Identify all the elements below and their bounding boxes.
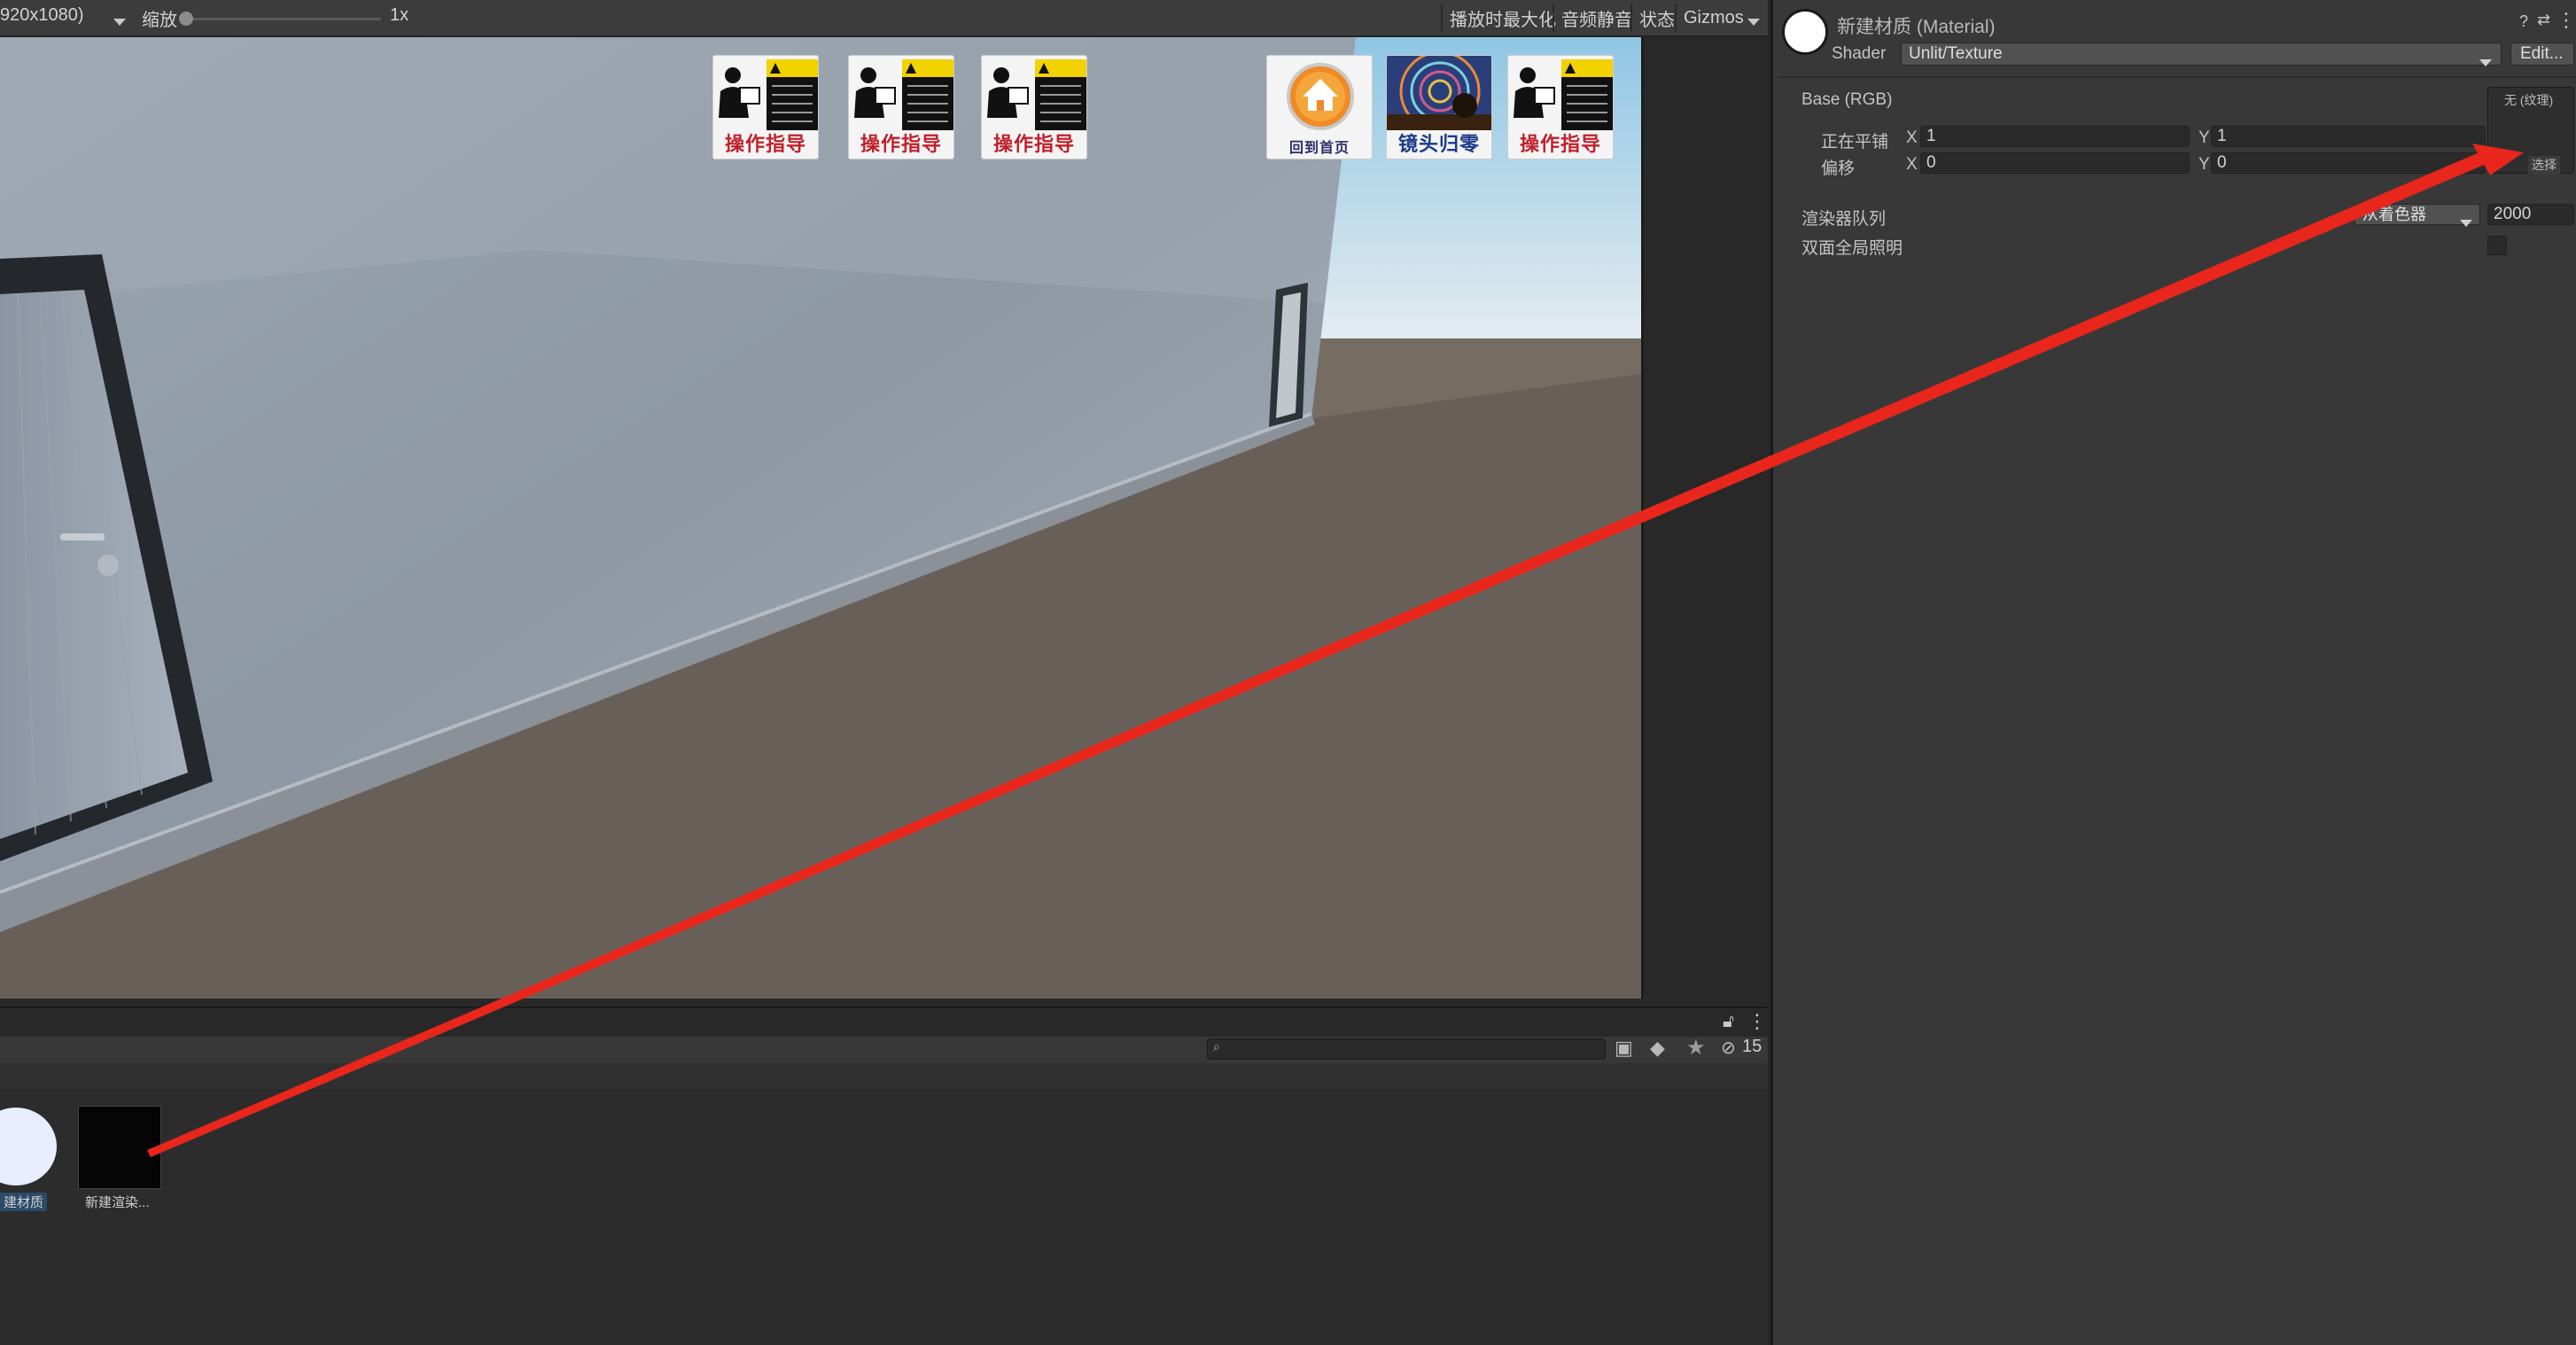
shader-dropdown[interactable]: Unlit/Texture: [1901, 43, 2502, 66]
back-to-home-button[interactable]: 回到首页: [1266, 55, 1373, 159]
tiling-x-axis: X: [1906, 128, 1918, 147]
caution-manual-icon: [987, 59, 1086, 130]
tiling-x-field[interactable]: 1: [1920, 126, 2190, 147]
render-queue-label: 渲染器队列: [1802, 210, 1887, 229]
tiling-label: 正在平铺: [1821, 133, 1889, 152]
render-queue-mode-dropdown[interactable]: 从着色器: [2354, 204, 2480, 227]
gizmos-toggle[interactable]: Gizmos: [1677, 2, 1751, 34]
project-panel-header: 🔓︎ ⋮: [0, 1007, 1768, 1038]
operation-guide-button-4[interactable]: 操作指导: [1507, 55, 1614, 159]
operation-guide-label: 操作指导: [724, 134, 806, 156]
operation-guide-button-2[interactable]: 操作指导: [848, 55, 954, 159]
scene-render: [0, 37, 1641, 999]
offset-x-field[interactable]: 0: [1920, 152, 2190, 174]
resolution-chevron-down-icon[interactable]: [113, 14, 126, 30]
back-to-home-label: 回到首页: [1288, 139, 1350, 156]
star-trail-landscape-icon: [1387, 56, 1491, 130]
chevron-down-icon: [2479, 51, 2492, 73]
tiling-y-axis: Y: [2199, 128, 2210, 147]
gizmos-chevron-down-icon[interactable]: [1747, 14, 1760, 30]
caution-manual-icon: [719, 59, 818, 130]
project-search-input[interactable]: ⌕: [1207, 1038, 1606, 1060]
project-assets-grid: [0, 1091, 1768, 1345]
tiling-y-field[interactable]: 1: [2211, 126, 2486, 147]
offset-y-axis: Y: [2199, 155, 2210, 174]
game-view-toolbar: 920x1080) 缩放 1x 播放时最大化 音频静音 状态 Gizmos: [0, 0, 1768, 37]
help-icon[interactable]: ?: [2519, 12, 2528, 31]
more-options-icon[interactable]: ⋮: [1747, 1010, 1767, 1033]
game-viewport[interactable]: 操作指导 操作指导 操作指导 回到首页 镜头归零 操作指导: [0, 37, 1644, 999]
operation-guide-label: 操作指导: [1519, 134, 1601, 156]
material-preview-icon: [1782, 9, 1828, 55]
filter-by-label-icon[interactable]: ◆: [1650, 1037, 1665, 1060]
shader-label: Shader: [1832, 44, 1887, 63]
zoom-label: 缩放: [142, 11, 177, 30]
project-breadcrumb-bar: [0, 1063, 1768, 1091]
texture-none-label: 无 (纹理): [2504, 93, 2554, 107]
door-handle: [60, 533, 105, 540]
operation-guide-label: 操作指导: [992, 134, 1075, 156]
offset-y-field[interactable]: 0: [2211, 152, 2486, 174]
zoom-slider-track[interactable]: [184, 18, 381, 20]
operation-guide-label: 操作指导: [860, 134, 942, 156]
more-options-icon[interactable]: ⋮: [2557, 9, 2576, 32]
filter-by-type-icon[interactable]: ▣: [1615, 1037, 1633, 1060]
shader-value: Unlit/Texture: [1909, 44, 2003, 63]
search-icon: ⌕: [1213, 1039, 1220, 1053]
caution-manual-icon: [1514, 59, 1613, 130]
base-rgb-label: Base (RGB): [1802, 90, 1893, 109]
operation-guide-button-1[interactable]: 操作指导: [712, 55, 819, 159]
render-texture-asset-label[interactable]: 新建渲染...: [85, 1193, 150, 1211]
operation-guide-button-3[interactable]: 操作指导: [981, 55, 1087, 159]
favorite-star-icon[interactable]: ★: [1686, 1035, 1706, 1061]
offset-label: 偏移: [1821, 159, 1856, 178]
resolution-dropdown[interactable]: 920x1080): [0, 5, 84, 26]
double-sided-gi-label: 双面全局照明: [1802, 239, 1903, 258]
reset-camera-button[interactable]: 镜头归零: [1386, 55, 1492, 159]
mute-audio-toggle[interactable]: 音频静音: [1554, 2, 1639, 34]
material-asset-label[interactable]: 建材质: [0, 1193, 48, 1211]
shader-edit-button[interactable]: Edit...: [2510, 43, 2574, 66]
preset-icon[interactable]: ⇄: [2537, 11, 2550, 29]
section-divider: [1778, 76, 2576, 78]
texture-select-button[interactable]: 选择: [2528, 156, 2560, 174]
maximize-on-play-toggle[interactable]: 播放时最大化: [1443, 2, 1563, 34]
zoom-slider-handle[interactable]: [179, 12, 193, 26]
inspector-title: 新建材质 (Material): [1837, 17, 1996, 37]
reset-camera-label: 镜头归零: [1397, 134, 1480, 156]
hidden-packages-icon[interactable]: ⊘: [1721, 1037, 1736, 1059]
render-queue-value-field[interactable]: 2000: [2487, 204, 2574, 225]
double-sided-gi-checkbox[interactable]: [2487, 236, 2507, 255]
render-texture-asset-thumbnail[interactable]: [78, 1106, 161, 1189]
lock-icon[interactable]: 🔓︎: [1723, 1012, 1734, 1032]
inspector-panel: 新建材质 (Material) ? ⇄ ⋮ Shader Unlit/Textu…: [1771, 0, 2576, 1345]
zoom-value: 1x: [390, 5, 409, 25]
render-queue-mode-value: 从着色器: [2362, 206, 2426, 223]
hidden-packages-count: 15: [1742, 1037, 1763, 1056]
home-icon: [1287, 63, 1354, 130]
chevron-down-icon: [2460, 212, 2472, 231]
offset-x-axis: X: [1906, 155, 1918, 174]
caution-manual-icon: [854, 59, 953, 130]
